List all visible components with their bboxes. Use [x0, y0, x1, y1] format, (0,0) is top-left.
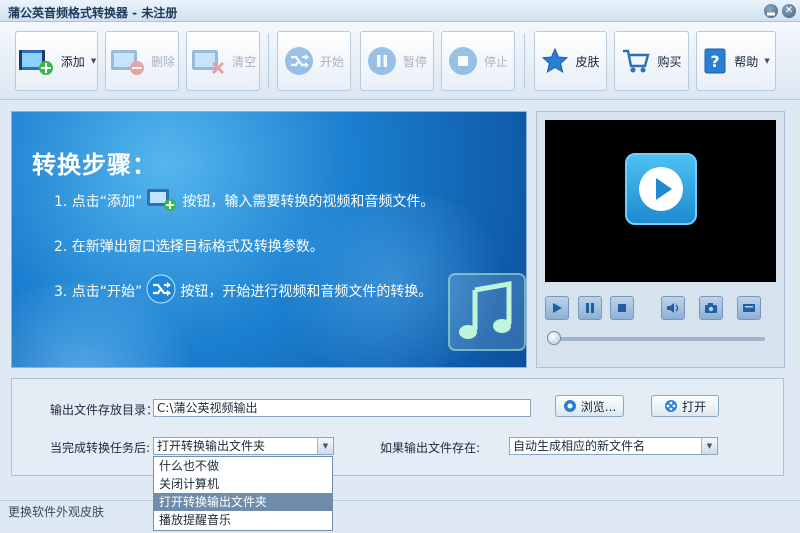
dropdown-option[interactable]: 关闭计算机 — [154, 475, 332, 493]
browse-button[interactable]: 浏览... — [555, 395, 624, 417]
step-1: 1. 点击“添加” 按钮，输入需要转换的视频和音频文件。 — [54, 186, 434, 216]
help-button[interactable]: ? 帮助 ▼ — [696, 31, 776, 91]
step-2: 2. 在新弹出窗口选择目标格式及转换参数。 — [54, 236, 324, 256]
shuffle-start-icon — [284, 47, 313, 75]
preview-player — [536, 111, 785, 368]
stop-icon — [618, 304, 626, 312]
output-dir-field[interactable]: C:\蒲公英视频输出 — [153, 399, 531, 417]
pause-button[interactable]: 暂停 — [360, 31, 434, 91]
window-title: 蒲公英音频格式转换器 - 未注册 — [8, 6, 178, 20]
browse-label: 浏览... — [580, 399, 617, 414]
open-button[interactable]: 打开 — [651, 395, 719, 417]
fullscreen-button[interactable] — [737, 296, 761, 320]
toolbar-separator — [268, 34, 269, 88]
pause-icon — [367, 47, 396, 75]
video-screen — [545, 120, 776, 282]
add-dropdown-arrow-icon[interactable]: ▼ — [91, 57, 96, 65]
after-task-value: 打开转换输出文件夹 — [157, 439, 266, 453]
music-note-icon — [448, 273, 526, 351]
star-icon — [542, 47, 569, 74]
pause-preview-button[interactable] — [578, 296, 602, 320]
stop-label: 停止 — [483, 54, 508, 69]
file-exists-label: 如果输出文件存在: — [380, 441, 481, 455]
delete-button[interactable]: 删除 — [105, 31, 179, 91]
pause-label: 暂停 — [402, 54, 427, 69]
help-book-icon: ? — [704, 48, 726, 74]
volume-button[interactable] — [661, 296, 685, 320]
play-logo-icon — [625, 153, 697, 225]
add-video-icon — [146, 186, 178, 216]
delete-label: 删除 — [150, 54, 175, 69]
svg-text:?: ? — [711, 52, 720, 71]
camera-icon — [705, 303, 717, 313]
shuffle-start-icon — [146, 274, 176, 308]
after-task-dropdown-list: 什么也不做 关闭计算机 打开转换输出文件夹 播放提醒音乐 — [153, 456, 333, 531]
after-task-label: 当完成转换任务后: — [50, 441, 151, 455]
step-1-text-a: 1. 点击“添加” — [54, 194, 143, 210]
start-label: 开始 — [319, 54, 344, 69]
clear-button[interactable]: 清空 — [186, 31, 260, 91]
title-bar: 蒲公英音频格式转换器 - 未注册 ▂ ✕ — [0, 0, 800, 22]
after-task-select[interactable]: 打开转换输出文件夹 ▼ — [153, 437, 334, 455]
snapshot-button[interactable] — [699, 296, 723, 320]
toolbar: 添加 ▼ 删除 清空 开始 暂停 停止 皮肤 购买 ? 帮助 ▼ — [0, 22, 800, 100]
clear-label: 清空 — [231, 54, 256, 69]
close-button[interactable]: ✕ — [782, 4, 796, 18]
skin-button[interactable]: 皮肤 — [534, 31, 607, 91]
add-label: 添加 — [60, 54, 85, 69]
help-dropdown-arrow-icon[interactable]: ▼ — [764, 57, 769, 65]
file-exists-select[interactable]: 自动生成相应的新文件名 ▼ — [509, 437, 718, 455]
dropdown-option[interactable]: 什么也不做 — [154, 457, 332, 475]
skin-label: 皮肤 — [575, 54, 600, 69]
buy-label: 购买 — [657, 54, 682, 69]
play-icon — [553, 303, 562, 313]
play-button[interactable] — [545, 296, 569, 320]
delete-video-icon — [110, 50, 144, 75]
steps-banner: 转换步骤： 1. 点击“添加” 按钮，输入需要转换的视频和音频文件。 2. 在新… — [11, 111, 527, 368]
pause-icon — [586, 303, 594, 313]
step-3: 3. 点击“开始” 按钮，开始进行视频和音频文件的转换。 — [54, 274, 432, 308]
chevron-down-icon[interactable]: ▼ — [701, 438, 717, 454]
stop-preview-button[interactable] — [610, 296, 634, 320]
browse-icon — [563, 400, 576, 412]
speaker-icon — [667, 303, 679, 313]
film-reel-icon — [664, 400, 677, 412]
screen-icon — [743, 304, 755, 312]
chevron-down-icon[interactable]: ▼ — [317, 438, 333, 454]
stop-button[interactable]: 停止 — [441, 31, 515, 91]
step-1-text-b: 按钮，输入需要转换的视频和音频文件。 — [182, 194, 435, 210]
step-3-text-b: 按钮，开始进行视频和音频文件的转换。 — [180, 284, 433, 300]
file-exists-value: 自动生成相应的新文件名 — [513, 439, 646, 453]
dropdown-option-selected[interactable]: 打开转换输出文件夹 — [154, 493, 332, 511]
dropdown-option[interactable]: 播放提醒音乐 — [154, 511, 332, 529]
status-divider — [0, 500, 800, 501]
steps-heading: 转换步骤： — [32, 151, 157, 179]
start-button[interactable]: 开始 — [277, 31, 351, 91]
progress-slider[interactable] — [551, 337, 765, 341]
progress-slider-handle[interactable] — [547, 331, 561, 345]
step-2-text: 2. 在新弹出窗口选择目标格式及转换参数。 — [54, 239, 324, 255]
buy-button[interactable]: 购买 — [614, 31, 689, 91]
help-label: 帮助 — [734, 54, 759, 69]
open-label: 打开 — [681, 399, 706, 414]
add-button[interactable]: 添加 ▼ — [15, 31, 98, 91]
clear-video-icon — [191, 50, 225, 75]
minimize-button[interactable]: ▂ — [764, 4, 778, 18]
step-3-text-a: 3. 点击“开始” — [54, 284, 143, 300]
output-settings-panel: 输出文件存放目录： C:\蒲公英视频输出 浏览... 打开 当完成转换任务后: … — [11, 378, 784, 476]
add-video-icon — [18, 50, 53, 75]
toolbar-separator — [524, 34, 525, 88]
shopping-cart-icon — [623, 49, 651, 73]
output-dir-label: 输出文件存放目录： — [50, 403, 159, 417]
stop-icon — [448, 47, 477, 75]
status-bar-text: 更换软件外观皮肤 — [8, 505, 105, 519]
